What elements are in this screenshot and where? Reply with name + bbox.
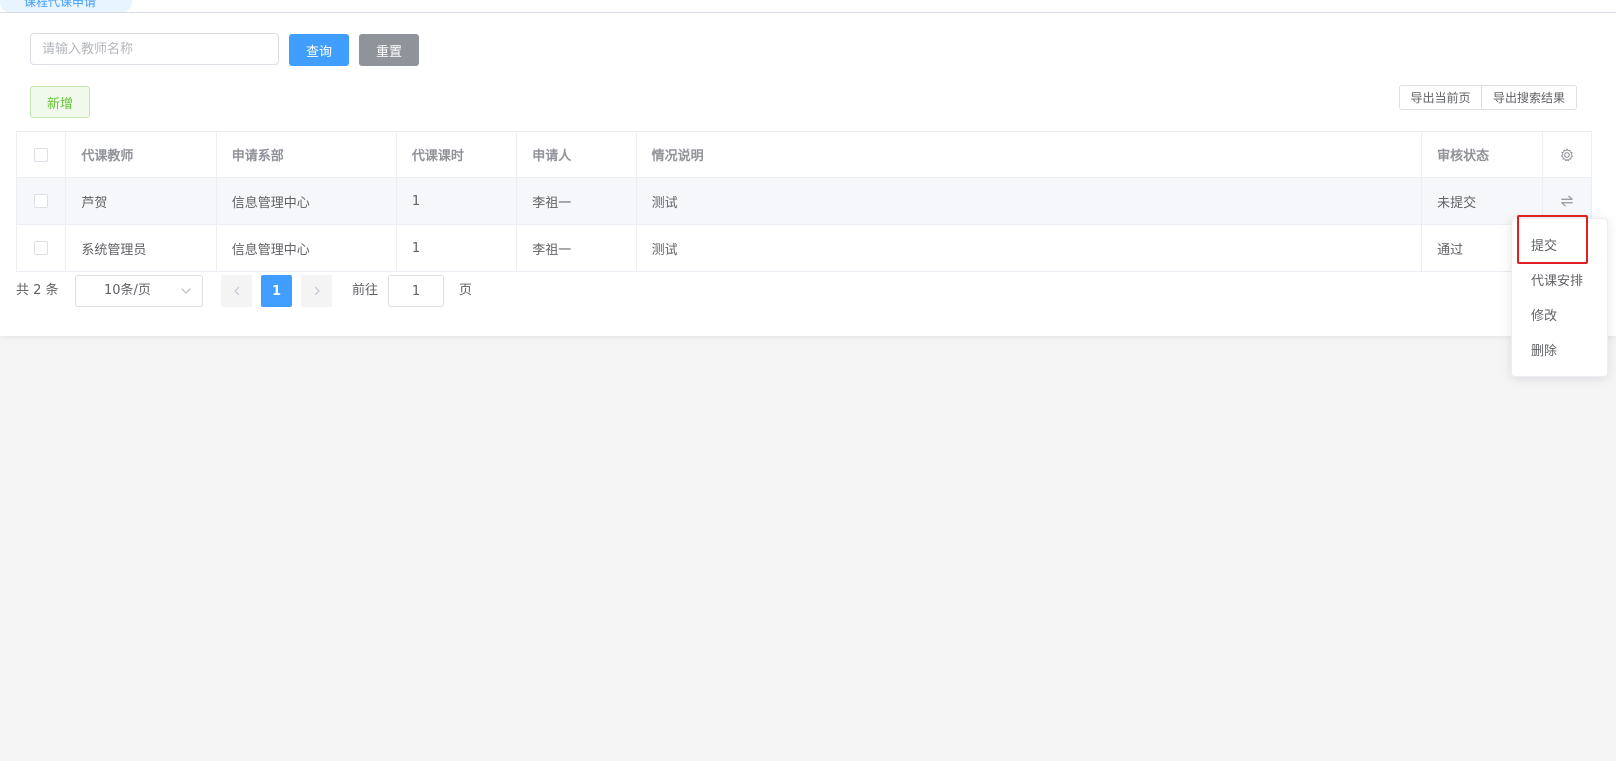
column-header[interactable]: 申请人 (516, 131, 637, 178)
arrange-substitute-menu-item[interactable]: 代课安排 (1531, 270, 1583, 289)
export-search-results-button[interactable]: 导出搜索结果 (1482, 85, 1577, 110)
query-button[interactable]: 查询 (289, 34, 349, 66)
column-header[interactable]: 代课课时 (395, 131, 518, 178)
row-select-cell (15, 224, 67, 272)
gear-icon[interactable] (1560, 148, 1574, 162)
row-select-cell (15, 177, 67, 225)
teacher-cell: 芦贺 (65, 177, 217, 225)
page-size-select[interactable]: 10条/页 (75, 275, 203, 307)
chevron-left-icon (233, 286, 239, 296)
page-size-value: 10条/页 (104, 283, 151, 298)
goto-page-input[interactable] (388, 275, 444, 307)
column-header[interactable]: 申请系部 (215, 131, 397, 178)
page-unit-label: 页 (459, 283, 473, 298)
delete-menu-item[interactable]: 删除 (1531, 340, 1557, 359)
main-card: 查询 重置 新增 导出当前页 导出搜索结果 代课教师 申请系部 代课课时 申 (0, 13, 1616, 336)
chevron-down-icon (181, 288, 191, 294)
select-all-cell (15, 131, 67, 178)
hours-cell: 1 (395, 177, 518, 225)
column-header[interactable]: 审核状态 (1421, 131, 1543, 178)
table-row[interactable]: 芦贺 信息管理中心 1 李祖一 测试 未提交 (15, 177, 1593, 225)
row-checkbox[interactable] (34, 194, 49, 208)
description-cell: 测试 (635, 177, 1423, 225)
export-button-group: 导出当前页 导出搜索结果 (1399, 85, 1577, 110)
row-checkbox[interactable] (34, 241, 49, 255)
description-cell: 测试 (635, 224, 1423, 272)
tags-bar: 课程代课申请 (0, 0, 1616, 13)
column-header[interactable]: 情况说明 (635, 131, 1423, 178)
goto-label: 前往 (352, 283, 379, 298)
next-page-button[interactable] (301, 275, 332, 307)
substitute-table: 代课教师 申请系部 代课课时 申请人 情况说明 审核状态 芦贺 信息管理中心 1… (15, 131, 1593, 272)
tab-active[interactable]: 课程代课申请 (0, 0, 132, 12)
table-header-row: 代课教师 申请系部 代课课时 申请人 情况说明 审核状态 (15, 131, 1593, 178)
teacher-cell: 系统管理员 (65, 224, 217, 272)
tab-active-label: 课程代课申请 (24, 0, 97, 9)
prev-page-button[interactable] (221, 275, 252, 307)
edit-menu-item[interactable]: 修改 (1531, 305, 1557, 324)
department-cell: 信息管理中心 (215, 177, 397, 225)
pagination: 共 2 条 10条/页 1 前往 页 (16, 275, 616, 307)
column-header[interactable]: 代课教师 (65, 131, 217, 178)
applicant-cell: 李祖一 (516, 177, 637, 225)
submit-menu-item[interactable]: 提交 (1531, 235, 1557, 254)
settings-cell (1541, 131, 1593, 178)
total-count: 共 2 条 (16, 283, 59, 298)
teacher-search-input[interactable] (30, 33, 279, 65)
reset-button[interactable]: 重置 (359, 34, 419, 66)
swap-icon[interactable] (1560, 194, 1574, 208)
page-number-button[interactable]: 1 (261, 275, 292, 307)
export-current-page-button[interactable]: 导出当前页 (1399, 85, 1482, 110)
select-all-checkbox[interactable] (34, 147, 49, 162)
applicant-cell: 李祖一 (516, 224, 637, 272)
table-row[interactable]: 系统管理员 信息管理中心 1 李祖一 测试 通过 (15, 224, 1593, 272)
hours-cell: 1 (395, 224, 518, 272)
row-action-dropdown: 提交 代课安排 修改 删除 (1511, 218, 1608, 377)
add-button[interactable]: 新增 (30, 86, 90, 118)
chevron-right-icon (314, 286, 320, 296)
department-cell: 信息管理中心 (215, 224, 397, 272)
